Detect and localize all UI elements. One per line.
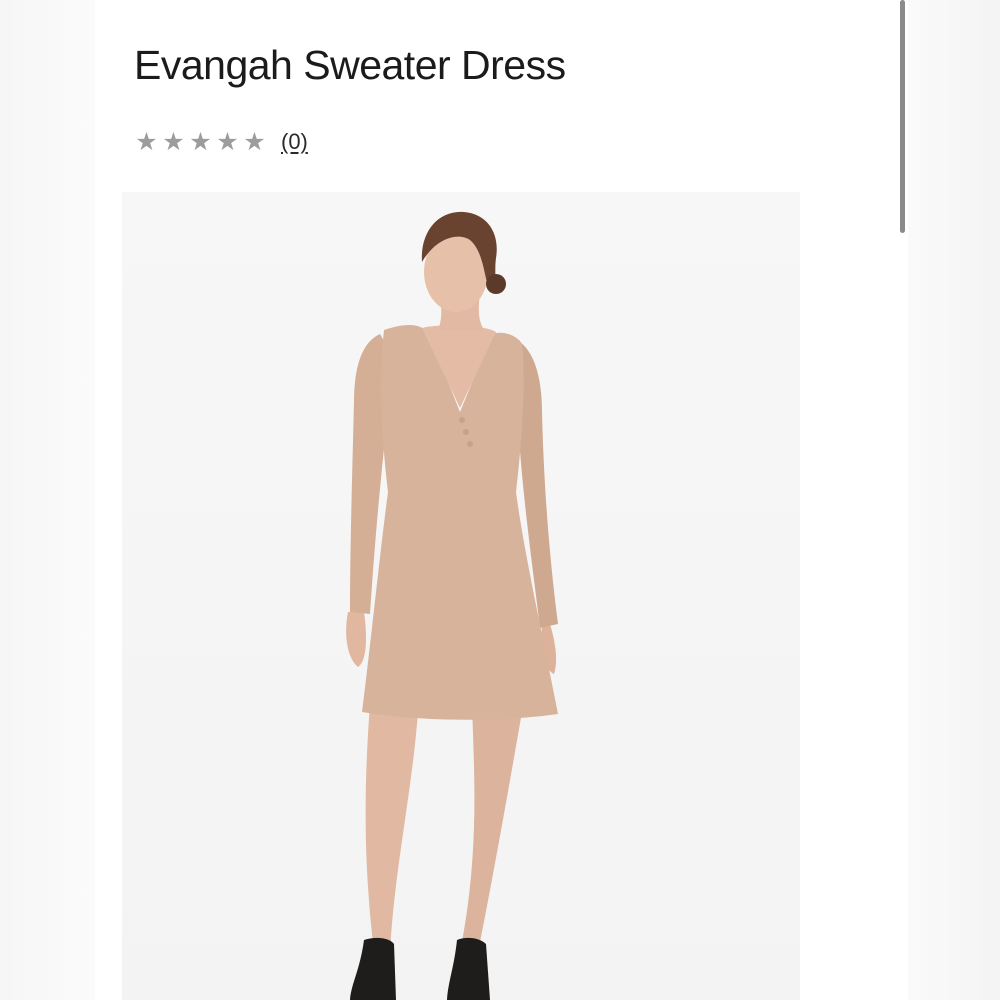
star-icon: ★ bbox=[243, 127, 266, 156]
background-right bbox=[908, 0, 1000, 1000]
product-image[interactable] bbox=[122, 192, 800, 1000]
left-hand bbox=[346, 612, 366, 667]
star-icon: ★ bbox=[189, 127, 212, 156]
right-leg bbox=[460, 704, 522, 952]
star-icon: ★ bbox=[216, 127, 239, 156]
dress-button bbox=[467, 441, 473, 447]
dress-button bbox=[463, 429, 469, 435]
left-leg bbox=[365, 704, 418, 952]
model-illustration bbox=[346, 211, 558, 1000]
star-rating: ★ ★ ★ ★ ★ bbox=[133, 127, 268, 157]
review-count-link[interactable]: (0) bbox=[281, 129, 308, 155]
star-icon: ★ bbox=[135, 127, 158, 156]
hair-bun bbox=[486, 274, 506, 294]
product-page: Evangah Sweater Dress ★ ★ ★ ★ ★ (0) bbox=[0, 0, 1000, 1000]
star-icon: ★ bbox=[162, 127, 185, 156]
right-boot bbox=[447, 937, 490, 1000]
scrollbar[interactable] bbox=[896, 0, 908, 240]
left-boot bbox=[350, 937, 396, 1000]
background-left bbox=[0, 0, 95, 1000]
dress-button bbox=[459, 417, 465, 423]
product-title: Evangah Sweater Dress bbox=[134, 42, 566, 88]
scrollbar-thumb[interactable] bbox=[900, 0, 905, 233]
rating-row[interactable]: ★ ★ ★ ★ ★ (0) bbox=[133, 127, 308, 157]
